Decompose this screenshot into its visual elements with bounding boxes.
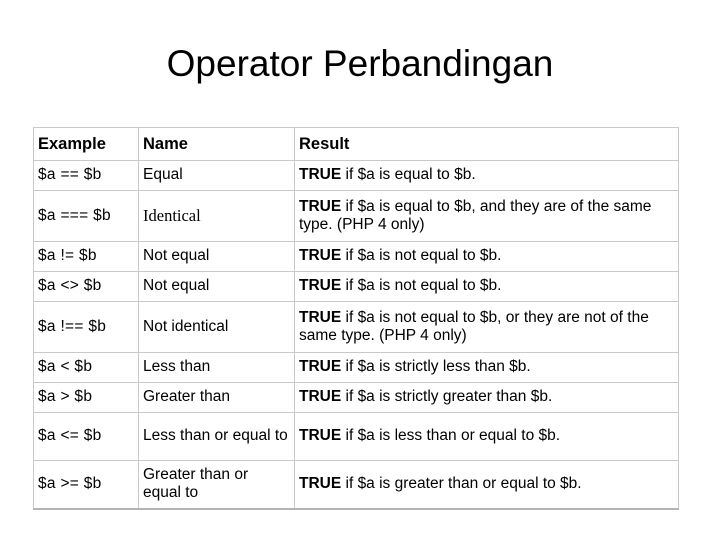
cell-result: TRUE if $a is equal to $b, and they are … — [294, 190, 679, 242]
cell-example: $a > $b — [33, 382, 139, 413]
cell-example: $a === $b — [33, 190, 139, 242]
cell-result: TRUE if $a is not equal to $b, or they a… — [294, 301, 679, 353]
slide-canvas: Operator Perbandingan Example Name Resul… — [0, 0, 720, 540]
cell-result: TRUE if $a is less than or equal to $b. — [294, 412, 679, 461]
result-true-label: TRUE — [299, 475, 342, 492]
result-description: if $a is less than or equal to $b. — [341, 427, 561, 444]
cell-example: $a <= $b — [33, 412, 139, 461]
table-row: $a > $b Greater than TRUE if $a is stric… — [33, 382, 679, 413]
cell-example: $a == $b — [33, 160, 139, 191]
table-row: $a <= $b Less than or equal to TRUE if $… — [33, 412, 679, 461]
table-row: $a < $b Less than TRUE if $a is strictly… — [33, 352, 679, 383]
cell-example: $a >= $b — [33, 460, 139, 510]
comparison-operators-table: Example Name Result $a == $b Equal TRUE … — [33, 127, 679, 510]
cell-name: Less than or equal to — [138, 412, 295, 461]
cell-result: TRUE if $a is not equal to $b. — [294, 241, 679, 272]
cell-result: TRUE if $a is equal to $b. — [294, 160, 679, 191]
cell-example: $a !== $b — [33, 301, 139, 353]
table-row: $a == $b Equal TRUE if $a is equal to $b… — [33, 160, 679, 191]
cell-name: Equal — [138, 160, 295, 191]
result-true-label: TRUE — [299, 166, 342, 183]
cell-example: $a != $b — [33, 241, 139, 272]
cell-name: Greater than or equal to — [138, 460, 295, 510]
cell-result: TRUE if $a is not equal to $b. — [294, 271, 679, 302]
cell-name: Identical — [138, 190, 295, 242]
result-true-label: TRUE — [299, 358, 342, 375]
cell-name: Not equal — [138, 271, 295, 302]
table-row: $a <> $b Not equal TRUE if $a is not equ… — [33, 271, 679, 302]
result-description: if $a is strictly greater than $b. — [341, 388, 553, 405]
column-header-result: Result — [294, 127, 679, 161]
result-description: if $a is not equal to $b, or they are no… — [299, 308, 649, 344]
table-header-row: Example Name Result — [33, 127, 679, 161]
result-description: if $a is equal to $b, and they are of th… — [299, 197, 652, 233]
comparison-operators-table-wrapper: Example Name Result $a == $b Equal TRUE … — [33, 127, 679, 510]
column-header-name: Name — [138, 127, 295, 161]
cell-example: $a <> $b — [33, 271, 139, 302]
cell-name: Not identical — [138, 301, 295, 353]
result-description: if $a is equal to $b. — [341, 166, 476, 183]
cell-result: TRUE if $a is greater than or equal to $… — [294, 460, 679, 510]
result-true-label: TRUE — [299, 308, 342, 326]
result-true-label: TRUE — [299, 427, 342, 444]
result-description: if $a is greater than or equal to $b. — [341, 475, 582, 492]
cell-name: Greater than — [138, 382, 295, 413]
cell-result: TRUE if $a is strictly greater than $b. — [294, 382, 679, 413]
column-header-example: Example — [33, 127, 139, 161]
page-title: Operator Perbandingan — [166, 43, 554, 84]
result-true-label: TRUE — [299, 197, 342, 215]
result-description: if $a is not equal to $b. — [341, 277, 502, 294]
table-row: $a != $b Not equal TRUE if $a is not equ… — [33, 241, 679, 272]
result-true-label: TRUE — [299, 277, 342, 294]
cell-name: Less than — [138, 352, 295, 383]
cell-name: Not equal — [138, 241, 295, 272]
table-row: $a === $b Identical TRUE if $a is equal … — [33, 190, 679, 242]
cell-result: TRUE if $a is strictly less than $b. — [294, 352, 679, 383]
result-description: if $a is not equal to $b. — [341, 247, 502, 264]
result-true-label: TRUE — [299, 388, 342, 405]
result-description: if $a is strictly less than $b. — [341, 358, 531, 375]
table-row: $a !== $b Not identical TRUE if $a is no… — [33, 301, 679, 353]
cell-example: $a < $b — [33, 352, 139, 383]
table-row: $a >= $b Greater than or equal to TRUE i… — [33, 460, 679, 510]
result-true-label: TRUE — [299, 247, 342, 264]
